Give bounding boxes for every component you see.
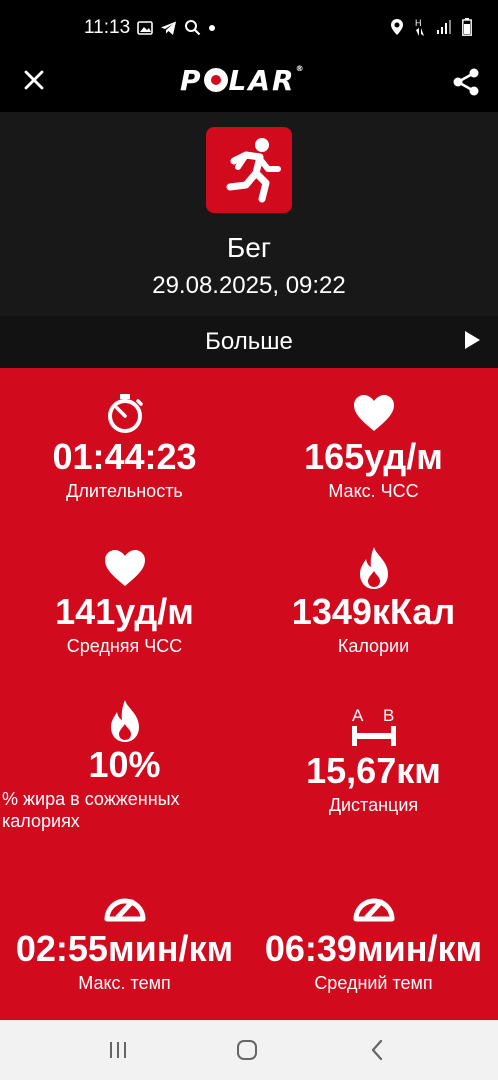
telegram-icon bbox=[161, 21, 176, 35]
max-hr-value: 165уд/м bbox=[304, 436, 443, 477]
session-date: 29.08.2025, 09:22 bbox=[152, 272, 346, 299]
more-label: Больше bbox=[205, 328, 293, 355]
image-icon bbox=[137, 20, 153, 35]
stat-max-pace: 02:55мин/км Макс. темп bbox=[0, 882, 249, 994]
duration-value: 01:44:23 bbox=[52, 436, 197, 477]
calories-label: Калории bbox=[337, 636, 410, 656]
flame-icon bbox=[110, 700, 139, 742]
speedometer-icon bbox=[104, 898, 145, 922]
calories-value: 1349кКал bbox=[291, 591, 456, 632]
max-pace-value: 02:55мин/км bbox=[15, 928, 234, 969]
fat-percent-label: % жира в сожженных калориях bbox=[2, 789, 180, 831]
speedometer-icon bbox=[353, 898, 394, 922]
system-icons: H bbox=[390, 17, 472, 37]
distance-value: 15,67км bbox=[306, 750, 441, 791]
running-icon bbox=[226, 138, 281, 203]
sport-icon-box bbox=[206, 127, 292, 213]
session-header: Бег 29.08.2025, 09:22 bbox=[0, 112, 498, 316]
max-hr-label: Макс. ЧСС bbox=[328, 481, 419, 501]
search-icon bbox=[185, 20, 201, 36]
recents-button[interactable] bbox=[98, 1034, 138, 1066]
battery-icon bbox=[462, 18, 472, 36]
max-pace-label: Макс. темп bbox=[78, 973, 171, 993]
home-icon bbox=[237, 1040, 257, 1060]
home-button[interactable] bbox=[227, 1034, 267, 1066]
status-bar: 11:13 H bbox=[0, 0, 498, 56]
share-icon[interactable] bbox=[450, 66, 482, 98]
avg-hr-value: 141уд/м bbox=[55, 591, 194, 632]
stats-panel: 01:44:23 Длительность 165уд/м Макс. ЧСС … bbox=[0, 368, 498, 1020]
stat-avg-hr: 141уд/м Средняя ЧСС bbox=[0, 545, 249, 657]
network-icon: H bbox=[415, 18, 424, 36]
svg-text:B: B bbox=[383, 706, 394, 725]
status-time: 11:13 bbox=[84, 17, 131, 38]
dot-icon bbox=[209, 24, 215, 31]
more-button[interactable]: Больше bbox=[0, 316, 498, 368]
app-bar: P LAR® bbox=[0, 56, 498, 112]
stat-fat-percent: 10% % жира в сожженных калориях bbox=[0, 698, 249, 832]
svg-text:H: H bbox=[415, 18, 422, 28]
back-icon bbox=[371, 1039, 383, 1061]
distance-label: Дистанция bbox=[328, 795, 419, 815]
avg-pace-label: Средний темп bbox=[314, 973, 433, 993]
heart-icon bbox=[104, 550, 145, 586]
stopwatch-icon bbox=[107, 394, 143, 433]
logo-o-mark bbox=[203, 68, 228, 92]
close-icon[interactable] bbox=[20, 66, 48, 94]
android-nav-bar bbox=[0, 1020, 498, 1080]
heart-icon bbox=[353, 395, 394, 431]
avg-pace-value: 06:39мин/км bbox=[264, 928, 483, 969]
stat-avg-pace: 06:39мин/км Средний темп bbox=[249, 882, 498, 994]
stat-max-hr: 165уд/м Макс. ЧСС bbox=[249, 390, 498, 502]
recents-icon bbox=[110, 1042, 126, 1058]
sport-name: Бег bbox=[226, 232, 272, 263]
stat-calories: 1349кКал Калории bbox=[249, 545, 498, 657]
polar-logo: P LAR® bbox=[180, 64, 306, 97]
avg-hr-label: Средняя ЧСС bbox=[66, 636, 183, 656]
stat-distance: AB 15,67км Дистанция bbox=[249, 704, 498, 816]
stat-duration: 01:44:23 Длительность bbox=[0, 390, 249, 502]
duration-label: Длительность bbox=[66, 481, 183, 501]
svg-text:A: A bbox=[352, 706, 364, 725]
flame-icon bbox=[359, 547, 388, 589]
signal-icon bbox=[437, 20, 451, 34]
distance-icon: AB bbox=[351, 706, 396, 746]
location-icon bbox=[391, 19, 403, 35]
fat-percent-value: 10% bbox=[88, 744, 161, 785]
notification-icons bbox=[137, 19, 216, 36]
play-arrow-icon bbox=[465, 331, 480, 349]
back-button[interactable] bbox=[357, 1034, 397, 1066]
